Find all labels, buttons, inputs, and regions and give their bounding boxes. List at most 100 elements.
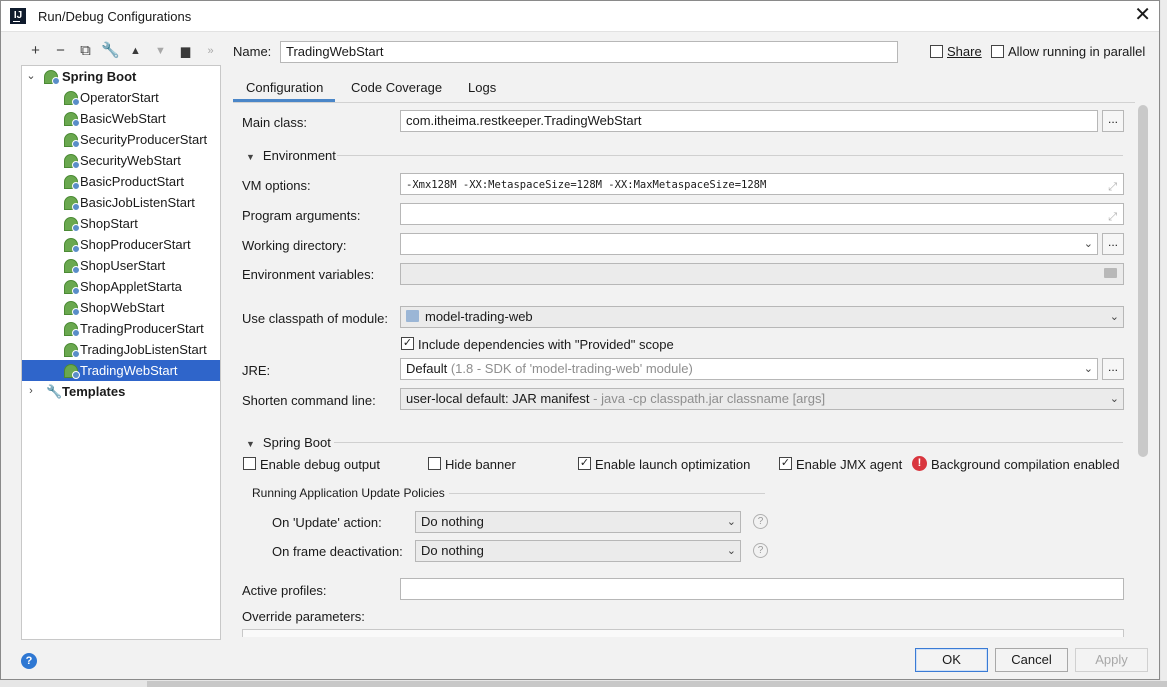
ok-button[interactable]: OK [915,648,988,672]
name-input[interactable]: TradingWebStart [280,41,898,63]
chevron-down-icon[interactable]: ⌄ [727,512,736,532]
chevron-down-icon[interactable]: ⌄ [1084,234,1093,254]
working-dir-browse-button[interactable]: ... [1102,233,1124,255]
classpath-combo[interactable]: model-trading-web ⌄ [400,306,1124,328]
classpath-label: Use classpath of module: [242,311,388,326]
main-class-input[interactable]: com.itheima.restkeeper.TradingWebStart [400,110,1098,132]
chevron-down-icon[interactable]: ⌄ [1084,359,1093,379]
tree-item[interactable]: TradingProducerStart [22,318,220,339]
hide-banner-checkbox[interactable] [428,457,441,470]
tab-configuration[interactable]: Configuration [246,77,323,99]
tree-item[interactable]: SecurityWebStart [22,150,220,171]
on-update-combo[interactable]: Do nothing ⌄ [415,511,741,533]
tree-item[interactable]: ShopProducerStart [22,234,220,255]
tree-item[interactable]: SecurityProducerStart [22,129,220,150]
tree-item[interactable]: ShopAppletStarta [22,276,220,297]
tab-divider [233,102,1135,103]
include-provided-checkbox[interactable]: ✓ [401,337,414,350]
hide-banner-label[interactable]: Hide banner [445,457,516,472]
main-class-browse-button[interactable]: ... [1102,110,1124,132]
apply-button[interactable]: Apply [1075,648,1148,672]
enable-launch-checkbox[interactable]: ✓ [578,457,591,470]
help-question-icon[interactable]: ? [753,543,768,558]
move-down-icon[interactable]: ▼ [148,41,173,61]
folder-icon[interactable] [1104,268,1117,278]
move-up-icon[interactable]: ▲ [123,41,148,61]
window-shadow-right [1161,0,1167,687]
main-class-label: Main class: [242,115,308,130]
bg-compile-label: Background compilation enabled [931,457,1120,472]
jre-browse-button[interactable]: ... [1102,358,1124,380]
folder-icon[interactable]: ▆ [173,41,198,61]
cancel-button[interactable]: Cancel [995,648,1068,672]
tree-item[interactable]: TradingWebStart [22,360,220,381]
tree-item[interactable]: ShopUserStart [22,255,220,276]
environment-section-header[interactable]: ▼ Environment [246,148,336,163]
tab-logs[interactable]: Logs [468,77,496,99]
env-vars-input[interactable] [400,263,1124,285]
on-update-value: Do nothing [421,514,484,529]
tree-item[interactable]: OperatorStart [22,87,220,108]
spring-boot-icon [64,238,80,253]
copy-icon[interactable]: ⧉ [73,41,98,61]
chevron-down-icon[interactable]: ⌄ [727,541,736,561]
expand-icon[interactable]: ⤢ [1108,207,1117,224]
shorten-combo[interactable]: user-local default: JAR manifest - java … [400,388,1124,410]
tree-item-label: ShopUserStart [80,258,166,273]
close-icon[interactable]: ✕ [1134,5,1151,25]
spring-boot-icon [64,259,80,274]
chevron-down-icon[interactable]: ⌄ [25,66,37,87]
share-label[interactable]: Share [947,44,982,59]
more-icon[interactable]: » [198,41,223,61]
enable-jmx-label[interactable]: Enable JMX agent [796,457,902,472]
program-args-input[interactable]: ⤢ [400,203,1124,225]
tree-item[interactable]: BasicJobListenStart [22,192,220,213]
spring-boot-icon [44,70,60,85]
tree-root-spring-boot[interactable]: ⌄ Spring Boot [22,66,220,87]
tree-item[interactable]: BasicWebStart [22,108,220,129]
tree-templates[interactable]: › 🔧 Templates [22,381,220,402]
tree-root-label: Spring Boot [62,69,137,84]
tab-code-coverage[interactable]: Code Coverage [351,77,442,99]
enable-launch-label[interactable]: Enable launch optimization [595,457,750,472]
chevron-down-icon[interactable]: ⌄ [1110,389,1119,409]
wrench-icon: 🔧 [46,384,63,399]
add-icon[interactable]: + [23,41,48,61]
environment-rule [337,155,1123,156]
share-checkbox[interactable] [930,45,943,58]
shorten-label: Shorten command line: [242,393,376,408]
tree-item-label: ShopStart [80,216,138,231]
active-profiles-label: Active profiles: [242,583,327,598]
help-icon[interactable]: ? [21,653,37,669]
working-dir-combo[interactable]: ⌄ [400,233,1098,255]
spring-boot-rule [334,442,1123,443]
help-question-icon[interactable]: ? [753,514,768,529]
allow-parallel-label[interactable]: Allow running in parallel [1008,44,1145,59]
chevron-right-icon[interactable]: › [25,381,37,402]
spring-boot-section-header[interactable]: ▼ Spring Boot [246,435,331,450]
chevron-down-icon[interactable]: ⌄ [1110,307,1119,327]
tree-item-label: ShopProducerStart [80,237,191,252]
enable-debug-label[interactable]: Enable debug output [260,457,380,472]
enable-jmx-checkbox[interactable]: ✓ [779,457,792,470]
tree-item[interactable]: ShopWebStart [22,297,220,318]
override-parameters-table[interactable] [242,629,1124,637]
vm-options-input[interactable]: -Xmx128M -XX:MetaspaceSize=128M -XX:MaxM… [400,173,1124,195]
jre-combo[interactable]: Default (1.8 - SDK of 'model-trading-web… [400,358,1098,380]
tree-item[interactable]: TradingJobListenStart [22,339,220,360]
expand-icon[interactable]: ⤢ [1108,177,1117,194]
active-profiles-input[interactable] [400,578,1124,600]
wrench-icon[interactable]: 🔧 [98,41,123,61]
tree-item[interactable]: BasicProductStart [22,171,220,192]
tree-item[interactable]: ShopStart [22,213,220,234]
allow-parallel-checkbox[interactable] [991,45,1004,58]
jre-label: JRE: [242,363,271,378]
on-frame-combo[interactable]: Do nothing ⌄ [415,540,741,562]
on-update-label: On 'Update' action: [272,515,382,530]
env-vars-label: Environment variables: [242,267,375,282]
remove-icon[interactable]: − [48,41,73,61]
working-dir-label: Working directory: [242,238,347,253]
vertical-scrollbar[interactable] [1138,105,1148,457]
enable-debug-checkbox[interactable] [243,457,256,470]
include-provided-label[interactable]: Include dependencies with "Provided" sco… [418,337,674,352]
